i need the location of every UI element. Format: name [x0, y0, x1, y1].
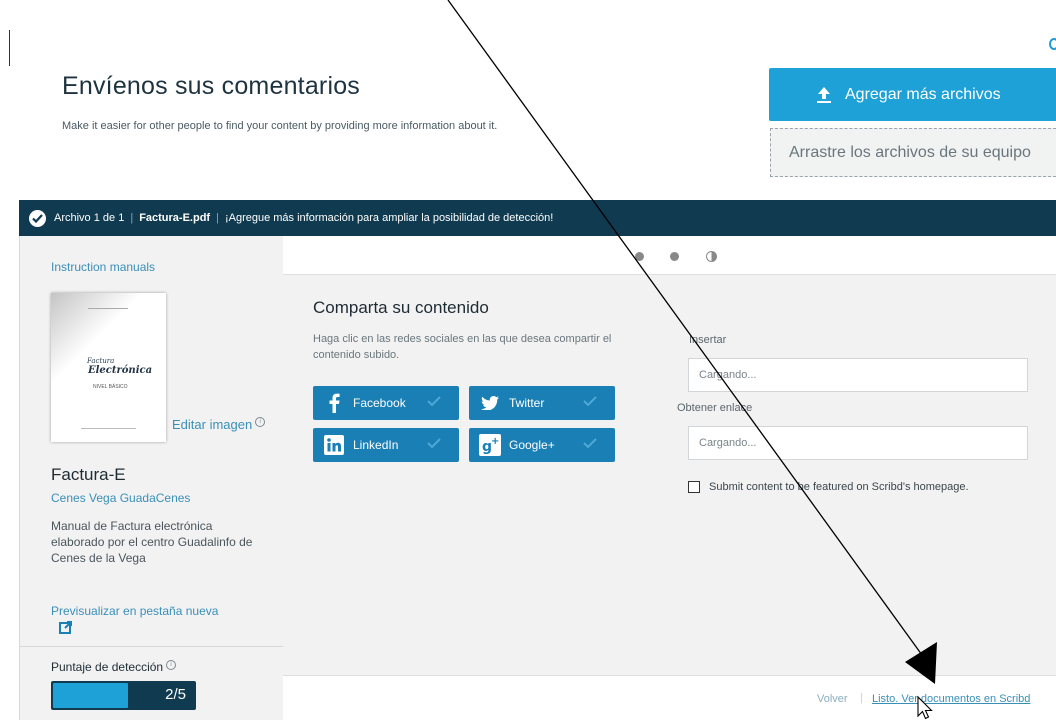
- feature-label: Submit content to be featured on Scribd'…: [709, 481, 969, 493]
- info-separator: |: [216, 212, 219, 224]
- category-link[interactable]: Instruction manuals: [51, 260, 155, 274]
- add-more-files-label: Agregar más archivos: [845, 85, 1001, 103]
- step-dot: [670, 252, 679, 261]
- upload-page: Envíenos sus comentarios Make it easier …: [0, 0, 1056, 720]
- drop-zone-label: Arrastre los archivos de su equipo: [789, 143, 1031, 161]
- score-label-text: Puntaje de detección: [51, 660, 164, 674]
- done-view-documents-link[interactable]: Listo. Ver documentos en Scribd: [872, 693, 1030, 705]
- author-link[interactable]: Cenes Vega GuadaCenes: [51, 491, 190, 505]
- google-plus-label: Google+: [509, 438, 555, 452]
- file-drop-zone[interactable]: Arrastre los archivos de su equipo: [770, 128, 1056, 177]
- score-label: Puntaje de detección i: [51, 660, 177, 674]
- document-description: Manual de Factura electrónica elaborado …: [51, 519, 253, 565]
- share-link-field[interactable]: Cargando...: [688, 426, 1028, 460]
- document-title: Factura-E: [51, 465, 126, 484]
- linkedin-label: LinkedIn: [353, 438, 399, 452]
- help-icon[interactable]: [1049, 38, 1056, 50]
- document-thumbnail[interactable]: Factura Electrónica NIVEL BÁSICO: [51, 293, 166, 442]
- page-title: Envíenos sus comentarios: [62, 72, 361, 100]
- facebook-icon: [323, 392, 345, 414]
- external-link-icon[interactable]: [59, 621, 72, 634]
- score-progress-fill: [53, 683, 128, 708]
- share-content: Comparta su contenido Haga clic en las r…: [283, 275, 1056, 675]
- linkedin-share-button[interactable]: LinkedIn: [313, 428, 459, 462]
- info-message: ¡Agregue más información para ampliar la…: [224, 212, 554, 224]
- thumbnail-title-small: Factura: [87, 357, 115, 365]
- left-divider: [9, 30, 10, 66]
- share-panel: Comparta su contenido Haga clic en las r…: [283, 236, 1056, 720]
- twitter-label: Twitter: [509, 396, 545, 410]
- feature-option[interactable]: Submit content to be featured on Scribd'…: [688, 481, 969, 493]
- edit-image-link[interactable]: Editar imagen i: [172, 417, 266, 432]
- embed-code-field[interactable]: Cargando...: [688, 358, 1028, 392]
- embed-code-value: Cargando...: [699, 369, 757, 381]
- check-icon: [29, 209, 46, 227]
- linkedin-icon: [323, 434, 345, 456]
- step-indicator: [283, 236, 1056, 275]
- facebook-label: Facebook: [353, 396, 406, 410]
- info-separator: |: [130, 212, 134, 224]
- google-plus-icon: g +: [479, 434, 501, 456]
- get-link-label: Obtener enlace: [677, 402, 753, 414]
- svg-text:+: +: [491, 436, 499, 447]
- score-progress-bar: 2/5: [51, 681, 196, 710]
- sidebar-divider: [19, 646, 283, 647]
- page-subtitle: Make it easier for other people to find …: [62, 120, 498, 132]
- check-icon: [583, 396, 597, 406]
- action-footer: Volver | Listo. Ver documentos en Scribd: [283, 675, 1056, 720]
- twitter-share-button[interactable]: Twitter: [469, 386, 615, 420]
- twitter-icon: [479, 392, 501, 414]
- share-title: Comparta su contenido: [313, 298, 489, 317]
- file-count: Archivo 1 de 1: [54, 212, 125, 224]
- score-value: 2/5: [165, 686, 186, 703]
- edit-image-label: Editar imagen: [172, 417, 253, 432]
- info-icon[interactable]: i: [255, 417, 266, 427]
- back-link[interactable]: Volver: [817, 693, 848, 705]
- thumbnail-title-big: Electrónica: [88, 365, 153, 376]
- step-dot: [635, 252, 644, 261]
- embed-label: Insertar: [689, 334, 727, 346]
- thumbnail-header-line: [88, 308, 128, 309]
- add-more-files-button[interactable]: Agregar más archivos: [769, 68, 1056, 121]
- share-help-text: Haga clic en las redes sociales en las q…: [313, 333, 612, 361]
- document-sidebar: Instruction manuals Factura Electrónica …: [19, 236, 283, 720]
- check-icon: [427, 396, 441, 406]
- thumbnail-level: NIVEL BÁSICO: [93, 384, 128, 390]
- step-dot-current: [706, 251, 717, 262]
- facebook-share-button[interactable]: Facebook: [313, 386, 459, 420]
- info-icon[interactable]: i: [166, 660, 177, 670]
- share-link-value: Cargando...: [699, 437, 757, 449]
- upload-icon: [817, 86, 831, 103]
- check-icon: [427, 438, 441, 448]
- check-icon: [583, 438, 597, 448]
- file-info-bar: Archivo 1 de 1 | Factura-E.pdf | ¡Agregu…: [19, 200, 1056, 236]
- google-plus-share-button[interactable]: g + Google+: [469, 428, 615, 462]
- footer-separator: |: [860, 692, 863, 704]
- thumbnail-footer-line: [81, 428, 136, 429]
- preview-new-tab-link[interactable]: Previsualizar en pestaña nueva: [51, 604, 218, 618]
- feature-checkbox[interactable]: [688, 481, 700, 493]
- file-name: Factura-E.pdf: [139, 212, 211, 224]
